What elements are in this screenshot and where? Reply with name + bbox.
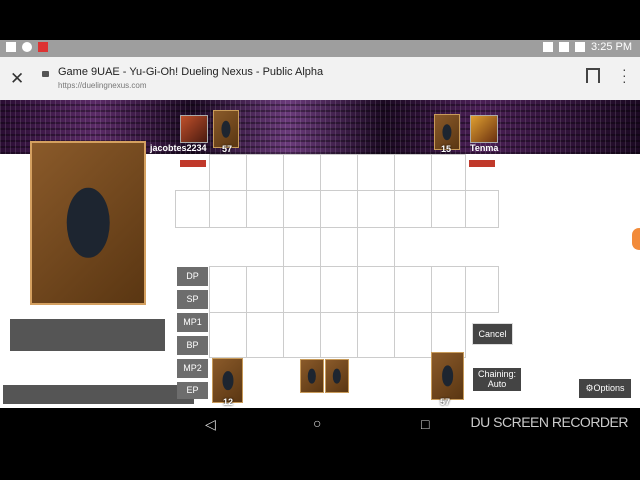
menu-dots-icon[interactable]: · · · [622,62,627,88]
deck-count-right: 15 [441,144,452,154]
player-avatar-left [180,115,208,143]
close-icon[interactable]: ✕ [10,69,24,89]
gear-icon: ⚙ [585,383,594,393]
side-handle[interactable] [632,228,640,250]
phase-ep-button[interactable]: EP [177,382,208,399]
field-zone[interactable] [320,312,358,358]
recents-icon[interactable]: □ [421,416,429,432]
field-zone[interactable] [357,190,395,228]
opponent-deck-left[interactable] [213,110,239,148]
field-zone[interactable] [431,190,466,228]
page-url[interactable]: https://duelingnexus.com [58,81,147,90]
card-description-panel [10,319,165,351]
field-zone[interactable] [283,154,321,191]
life-bar-left [180,160,206,167]
field-zone[interactable] [320,190,358,228]
main-deck[interactable] [431,352,464,400]
card-preview [30,141,146,305]
field-zone[interactable] [283,312,321,358]
phase-dp-button[interactable]: DP [177,267,208,286]
field-zone[interactable] [394,154,432,191]
field-zone[interactable] [357,266,395,313]
player-name-right: Tenma [470,143,499,153]
chaining-label: Chaining: [477,369,517,379]
page-title: Game 9UAE - Yu-Gi-Oh! Dueling Nexus - Pu… [58,66,324,78]
field-zone[interactable] [320,154,358,191]
wifi-icon [559,42,570,52]
field-zone[interactable] [209,190,247,228]
field-zone[interactable] [431,154,466,191]
field-zone[interactable] [394,312,432,358]
field-zone[interactable] [209,266,247,313]
cancel-button[interactable]: Cancel [472,323,513,345]
field-zone[interactable] [246,266,284,313]
field-zone[interactable] [357,312,395,358]
field-zone[interactable] [209,312,247,358]
field-zone[interactable] [394,266,432,313]
field-zone[interactable] [246,312,284,358]
lock-icon [42,71,49,77]
back-icon[interactable]: ◁ [205,416,216,433]
hand-card[interactable] [325,359,349,393]
chat-panel[interactable] [3,385,194,404]
navigation-bar: ◁ ○ □ DU SCREEN RECORDER [0,408,640,440]
field-zone[interactable] [357,154,395,191]
phase-mp2-button[interactable]: MP2 [177,359,208,378]
field-zone[interactable] [465,266,499,313]
cast-icon [543,42,554,52]
recorder-watermark: DU SCREEN RECORDER [470,414,629,430]
field-zone[interactable] [283,190,321,228]
main-deck-count: 57 [440,397,451,407]
field-zone[interactable] [394,190,432,228]
field-zone[interactable] [175,190,210,228]
home-icon[interactable]: ○ [313,415,321,431]
player-avatar-right [470,115,498,143]
field-zone[interactable] [246,190,284,228]
field-zone[interactable] [431,266,466,313]
clock: 3:25 PM [591,41,632,53]
life-bar-right [469,160,495,167]
browser-toolbar: ✕ Game 9UAE - Yu-Gi-Oh! Dueling Nexus - … [0,57,640,101]
chaining-button[interactable]: Chaining: Auto [473,368,521,391]
extra-monster-zone[interactable] [283,227,321,267]
video-icon [6,42,16,52]
eye-icon [22,42,32,52]
field-zone[interactable] [246,154,284,191]
bookmark-icon[interactable] [586,68,600,83]
player-name-left: jacobtes2234 [150,143,207,153]
field-zone[interactable] [465,190,499,228]
phase-mp1-button[interactable]: MP1 [177,313,208,332]
extra-monster-zone[interactable] [357,227,395,267]
status-bar: 3:25 PM [0,40,640,57]
brave-icon [38,42,48,52]
field-zone[interactable] [209,154,247,191]
options-button[interactable]: ⚙Options [579,379,631,398]
battery-icon [575,42,586,52]
chaining-value: Auto [487,379,507,389]
extra-deck-count: 12 [223,397,234,407]
phase-sp-button[interactable]: SP [177,290,208,309]
field-zone[interactable] [320,266,358,313]
phase-bp-button[interactable]: BP [177,336,208,355]
deck-count-left: 57 [222,144,233,154]
field-zone[interactable] [283,266,321,313]
game-board: DP SP MP1 BP MP2 EP 12 57 Cancel Chainin… [0,141,640,408]
options-label: Options [593,383,625,393]
hand-card[interactable] [300,359,324,393]
